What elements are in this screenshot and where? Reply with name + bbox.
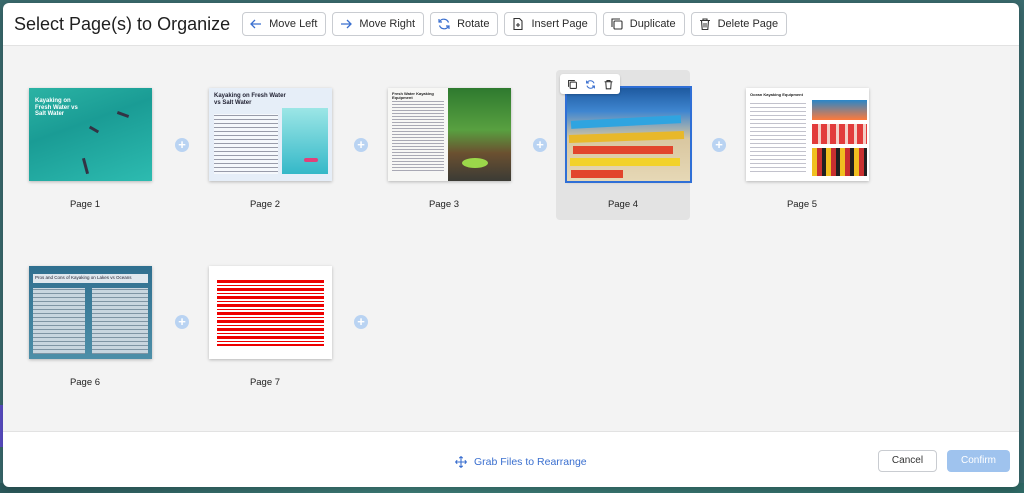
page-label: Page 4 [607, 199, 639, 210]
page-mini-toolbar [560, 74, 620, 94]
insert-page-plus[interactable]: + [354, 138, 368, 152]
delete-page-button[interactable]: Delete Page [690, 12, 788, 36]
arrow-right-icon [339, 17, 353, 31]
insert-page-plus[interactable]: + [354, 315, 368, 329]
page-card[interactable]: Pros and Cons of Kayaking on Lakes vs Oc… [18, 248, 152, 398]
thumbnail-title: Ocean Kayaking Equipment [750, 92, 803, 97]
delete-page-label: Delete Page [717, 18, 779, 30]
page-card[interactable]: Kayaking on Fresh Water vs Salt Water Pa… [198, 70, 332, 220]
rotate-label: Rotate [457, 18, 490, 30]
insert-page-label: Insert Page [531, 18, 588, 30]
organize-pages-dialog: Select Page(s) to Organize Move Left Mov… [3, 3, 1019, 487]
page-label: Page 1 [69, 199, 101, 210]
insert-page-plus[interactable]: + [533, 138, 547, 152]
page-card-selected[interactable]: Page 4 [556, 70, 692, 220]
page-label: Page 3 [428, 199, 460, 210]
dialog-header: Select Page(s) to Organize Move Left Mov… [3, 3, 1019, 45]
move-left-label: Move Left [269, 18, 318, 30]
thumbnail-title: Kayaking on Fresh Water vs Salt Water [35, 98, 78, 118]
page-thumbnail: Kayaking on Fresh Water vs Salt Water [29, 88, 152, 181]
page-thumbnail: Kayaking on Fresh Water vs Salt Water [209, 88, 332, 181]
page-thumbnail [565, 86, 692, 183]
rotate-icon[interactable] [581, 76, 599, 92]
page-label: Page 7 [249, 377, 281, 388]
grab-files-button[interactable]: Grab Files to Rearrange [455, 456, 587, 468]
duplicate-icon[interactable] [563, 76, 581, 92]
pages-grid: Kayaking on Fresh Water vs Salt Water Pa… [3, 45, 1019, 432]
page-thumbnail [209, 266, 332, 359]
trash-icon [698, 17, 712, 31]
page-card[interactable]: Fresh Water Kayaking Equipment Page 3 [377, 70, 511, 220]
rotate-button[interactable]: Rotate [430, 12, 499, 36]
confirm-button[interactable]: Confirm [947, 450, 1010, 472]
rotate-icon [437, 17, 451, 31]
insert-page-button[interactable]: Insert Page [504, 12, 597, 36]
arrow-left-icon [249, 17, 263, 31]
move-right-button[interactable]: Move Right [332, 12, 425, 36]
page-thumbnail: Ocean Kayaking Equipment [746, 88, 869, 181]
page-card[interactable]: Kayaking on Fresh Water vs Salt Water Pa… [18, 70, 152, 220]
insert-page-plus[interactable]: + [175, 138, 189, 152]
move-left-button[interactable]: Move Left [242, 12, 327, 36]
page-label: Page 5 [786, 199, 818, 210]
duplicate-icon [610, 17, 624, 31]
page-label: Page 6 [69, 377, 101, 388]
thumbnail-title: Pros and Cons of Kayaking on Lakes vs Oc… [33, 274, 148, 283]
trash-icon[interactable] [599, 76, 617, 92]
thumbnail-title: Kayaking on Fresh Water vs Salt Water [214, 93, 286, 106]
page-thumbnail: Fresh Water Kayaking Equipment [388, 88, 511, 181]
grab-files-label: Grab Files to Rearrange [474, 456, 587, 468]
dialog-footer: Grab Files to Rearrange Cancel Confirm [3, 432, 1019, 487]
insert-page-plus[interactable]: + [175, 315, 189, 329]
move-icon [455, 456, 467, 468]
dialog-title: Select Page(s) to Organize [14, 13, 231, 34]
page-card[interactable]: Page 7 [198, 248, 332, 398]
duplicate-button[interactable]: Duplicate [602, 12, 685, 36]
duplicate-label: Duplicate [629, 18, 676, 30]
page-thumbnail: Pros and Cons of Kayaking on Lakes vs Oc… [29, 266, 152, 359]
insert-page-plus[interactable]: + [712, 138, 726, 152]
insert-page-icon [511, 17, 525, 31]
cancel-button[interactable]: Cancel [878, 450, 937, 472]
page-card[interactable]: Ocean Kayaking Equipment Page 5 [735, 70, 869, 220]
move-right-label: Move Right [359, 18, 416, 30]
page-label: Page 2 [249, 199, 281, 210]
